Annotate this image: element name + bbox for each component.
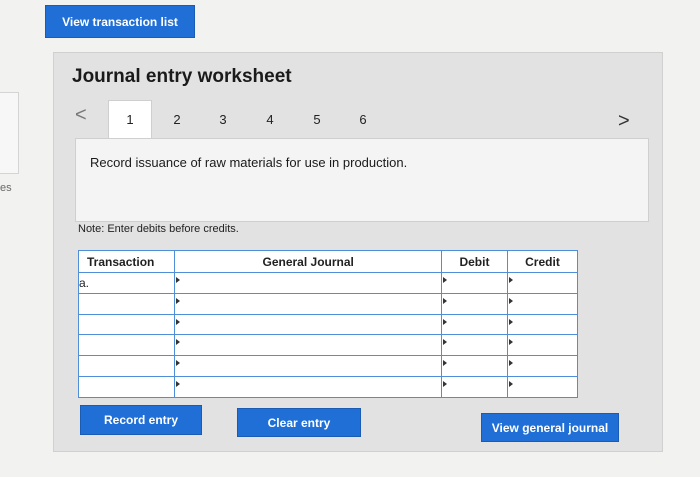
header-general-journal: General Journal: [174, 250, 442, 273]
transaction-cell: [77, 292, 176, 315]
transaction-cell: [77, 313, 176, 336]
general-journal-input[interactable]: [174, 376, 442, 398]
table-row: [77, 376, 579, 398]
tab-1[interactable]: 1: [108, 100, 152, 138]
debit-input[interactable]: [440, 376, 508, 398]
general-journal-input[interactable]: [174, 272, 442, 294]
credit-input[interactable]: [506, 313, 579, 336]
description-text: Record issuance of raw materials for use…: [90, 155, 408, 170]
record-entry-button[interactable]: Record entry: [80, 405, 202, 435]
debit-input[interactable]: [440, 292, 508, 315]
transaction-description: Record issuance of raw materials for use…: [75, 138, 649, 222]
table-row: [77, 334, 579, 357]
chevron-right-icon[interactable]: >: [618, 110, 630, 133]
credit-input[interactable]: [506, 376, 579, 398]
debit-input[interactable]: [440, 313, 508, 336]
side-panel-stub: [0, 92, 19, 174]
view-general-journal-button[interactable]: View general journal: [481, 413, 619, 442]
transaction-cell: [77, 355, 176, 378]
tab-2[interactable]: 2: [155, 100, 199, 138]
journal-entry-table: Transaction General Journal Debit Credit…: [77, 250, 579, 398]
entry-tabs: < 1 2 3 4 5 6: [75, 100, 395, 138]
side-panel-text: es: [0, 182, 12, 194]
credit-input[interactable]: [506, 355, 579, 378]
header-debit: Debit: [440, 250, 508, 273]
general-journal-input[interactable]: [174, 355, 442, 378]
clear-entry-button[interactable]: Clear entry: [237, 408, 361, 437]
table-row: [77, 355, 579, 378]
table-row: a.: [77, 272, 579, 294]
view-transaction-list-button[interactable]: View transaction list: [45, 5, 195, 38]
tab-4[interactable]: 4: [248, 100, 292, 138]
table-row: [77, 313, 579, 336]
table-row: [77, 292, 579, 315]
transaction-cell: a.: [77, 272, 176, 294]
general-journal-input[interactable]: [174, 313, 442, 336]
worksheet-title: Journal entry worksheet: [72, 66, 292, 87]
tab-5[interactable]: 5: [295, 100, 339, 138]
credit-input[interactable]: [506, 272, 579, 294]
general-journal-input[interactable]: [174, 292, 442, 315]
general-journal-input[interactable]: [174, 334, 442, 357]
credit-input[interactable]: [506, 292, 579, 315]
transaction-cell: [77, 376, 176, 398]
chevron-left-icon[interactable]: <: [75, 104, 87, 127]
debit-input[interactable]: [440, 355, 508, 378]
debit-input[interactable]: [440, 334, 508, 357]
credit-input[interactable]: [506, 334, 579, 357]
entry-note: Note: Enter debits before credits.: [78, 223, 239, 235]
transaction-cell: [77, 334, 176, 357]
tab-3[interactable]: 3: [201, 100, 245, 138]
debit-input[interactable]: [440, 272, 508, 294]
header-transaction: Transaction: [77, 250, 176, 273]
tab-6[interactable]: 6: [341, 100, 385, 138]
header-credit: Credit: [506, 250, 579, 273]
